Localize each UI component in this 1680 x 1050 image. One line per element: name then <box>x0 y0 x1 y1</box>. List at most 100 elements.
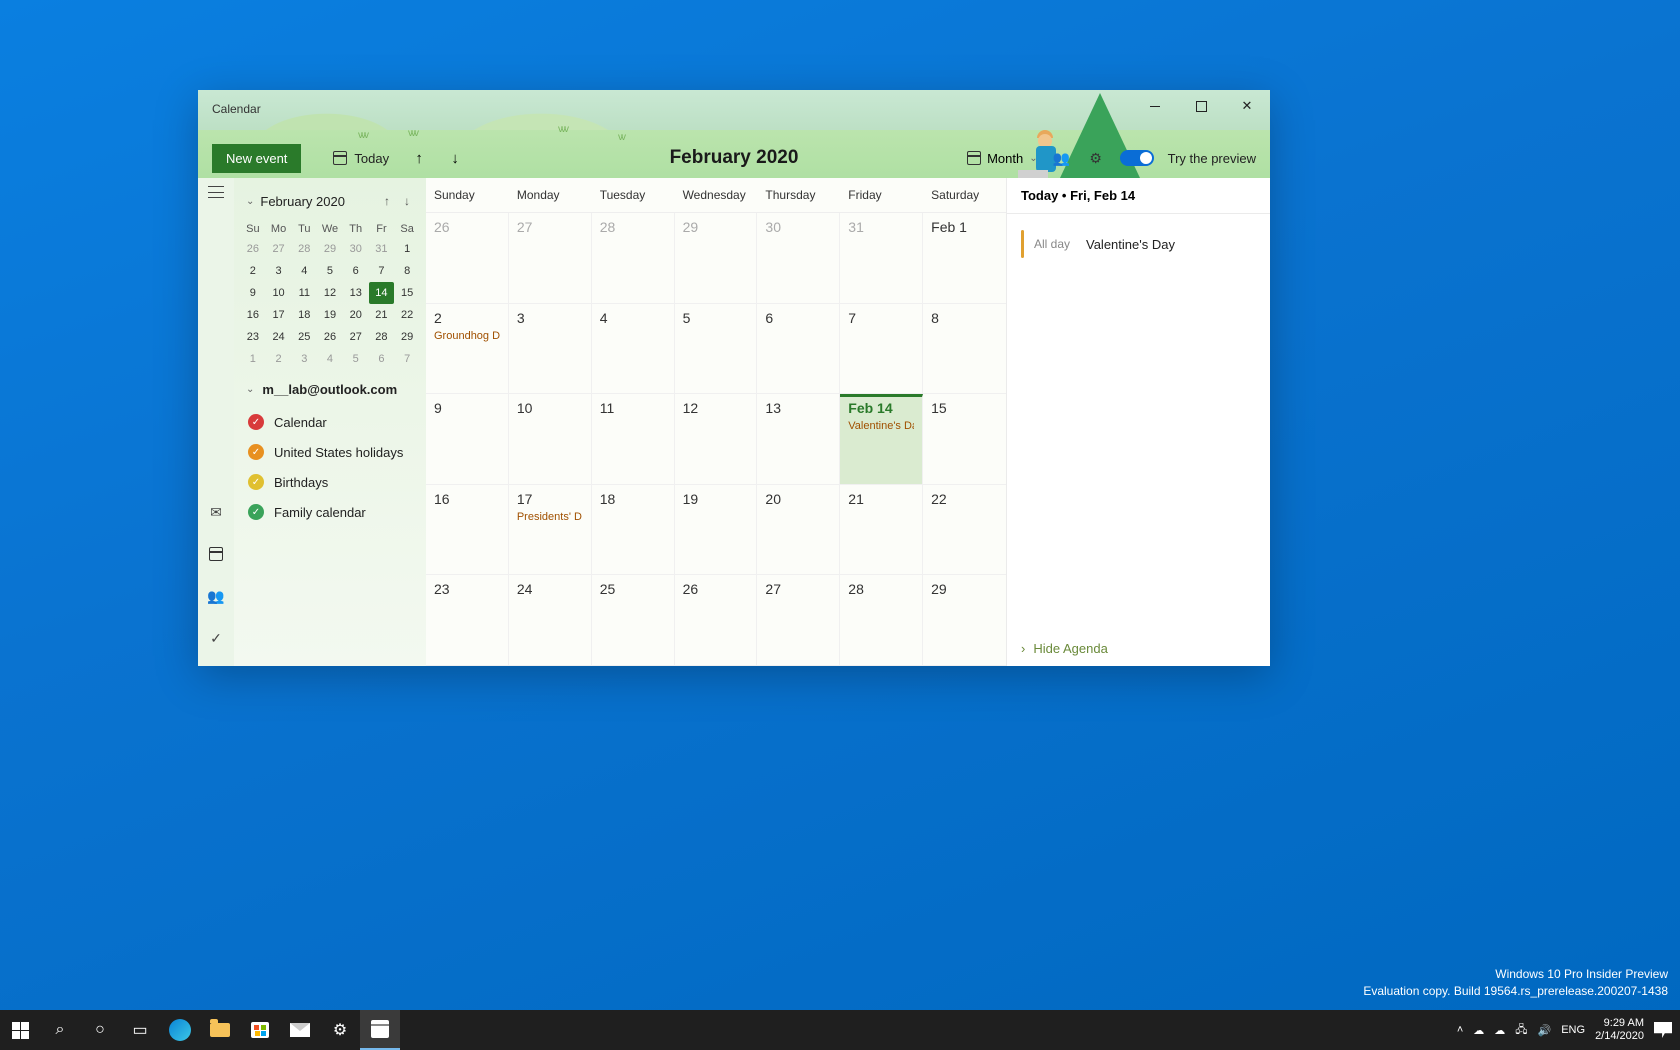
month-day-cell[interactable]: 20 <box>757 485 840 575</box>
volume-icon[interactable]: 🔊 <box>1538 1024 1552 1037</box>
month-day-cell[interactable]: 12 <box>675 394 758 484</box>
start-button[interactable] <box>0 1010 40 1050</box>
month-day-cell[interactable]: 7 <box>840 304 923 394</box>
view-selector[interactable]: Month ⌄ <box>967 151 1038 166</box>
mini-cal-day[interactable]: 7 <box>394 348 420 370</box>
mail-taskbar-icon[interactable] <box>280 1010 320 1050</box>
mini-cal-day[interactable]: 12 <box>317 282 343 304</box>
mini-cal-day[interactable]: 21 <box>369 304 395 326</box>
mail-icon[interactable]: ✉ <box>206 502 226 522</box>
month-day-cell[interactable]: 29 <box>923 575 1006 665</box>
language-indicator[interactable]: ENG <box>1561 1024 1585 1036</box>
month-day-cell[interactable]: 28 <box>840 575 923 665</box>
mini-cal-day[interactable]: 13 <box>343 282 369 304</box>
new-event-button[interactable]: New event <box>212 144 301 173</box>
month-day-cell[interactable]: 25 <box>592 575 675 665</box>
calendar-rail-icon[interactable] <box>206 544 226 564</box>
month-day-cell[interactable]: 4 <box>592 304 675 394</box>
month-day-cell[interactable]: 26 <box>426 213 509 303</box>
month-day-cell[interactable]: 22 <box>923 485 1006 575</box>
month-day-cell[interactable]: 29 <box>675 213 758 303</box>
calendar-taskbar-icon[interactable] <box>360 1010 400 1050</box>
window-close-button[interactable] <box>1224 90 1270 122</box>
month-day-cell[interactable]: 27 <box>757 575 840 665</box>
month-day-cell[interactable]: 9 <box>426 394 509 484</box>
month-day-cell[interactable]: 31 <box>840 213 923 303</box>
mini-cal-day[interactable]: 4 <box>317 348 343 370</box>
month-day-cell[interactable]: 8 <box>923 304 1006 394</box>
mini-cal-day[interactable]: 6 <box>343 260 369 282</box>
settings-taskbar-icon[interactable]: ⚙ <box>320 1010 360 1050</box>
month-day-cell[interactable]: 13 <box>757 394 840 484</box>
month-day-cell[interactable]: 23 <box>426 575 509 665</box>
hamburger-button[interactable] <box>208 186 224 198</box>
action-center-icon[interactable] <box>1654 1022 1672 1038</box>
month-day-cell[interactable]: 6 <box>757 304 840 394</box>
month-day-cell[interactable]: 19 <box>675 485 758 575</box>
calendar-list-item[interactable]: ✓Family calendar <box>240 497 420 527</box>
window-minimize-button[interactable] <box>1132 90 1178 122</box>
calendar-event[interactable]: Presidents' D <box>517 511 583 523</box>
month-day-cell[interactable]: Feb 1 <box>923 213 1006 303</box>
mini-cal-day[interactable]: 17 <box>266 304 292 326</box>
store-taskbar-icon[interactable] <box>240 1010 280 1050</box>
mini-cal-day[interactable]: 15 <box>394 282 420 304</box>
prev-month-button[interactable]: ↑ <box>405 150 433 167</box>
onedrive-icon-2[interactable]: ☁ <box>1494 1024 1505 1037</box>
next-month-button[interactable]: ↓ <box>441 150 469 167</box>
mini-cal-day[interactable]: 20 <box>343 304 369 326</box>
people-icon[interactable]: 👥 <box>1052 148 1072 168</box>
onedrive-icon[interactable]: ☁ <box>1473 1024 1484 1037</box>
month-day-cell[interactable]: 5 <box>675 304 758 394</box>
mini-cal-day[interactable]: 18 <box>291 304 317 326</box>
month-day-cell[interactable]: 15 <box>923 394 1006 484</box>
mini-cal-day[interactable]: 24 <box>266 326 292 348</box>
mini-cal-day[interactable]: 10 <box>266 282 292 304</box>
hide-agenda-button[interactable]: › Hide Agenda <box>1007 631 1270 666</box>
mini-cal-day[interactable]: 5 <box>317 260 343 282</box>
people-rail-icon[interactable]: 👥 <box>206 586 226 606</box>
mini-cal-day[interactable]: 2 <box>240 260 266 282</box>
preview-toggle[interactable] <box>1120 150 1154 166</box>
mini-cal-day[interactable]: 30 <box>343 238 369 260</box>
settings-icon[interactable]: ⚙ <box>1086 148 1106 168</box>
edge-taskbar-icon[interactable] <box>160 1010 200 1050</box>
mini-cal-day[interactable]: 27 <box>343 326 369 348</box>
mini-cal-day[interactable]: 2 <box>266 348 292 370</box>
mini-cal-day[interactable]: 16 <box>240 304 266 326</box>
mini-cal-day[interactable]: 1 <box>240 348 266 370</box>
calendar-list-item[interactable]: ✓United States holidays <box>240 437 420 467</box>
mini-cal-day[interactable]: 7 <box>369 260 395 282</box>
network-icon[interactable]: 🖧 <box>1515 1021 1527 1040</box>
mini-cal-day[interactable]: 29 <box>394 326 420 348</box>
mini-cal-day[interactable]: 3 <box>266 260 292 282</box>
mini-cal-day[interactable]: 19 <box>317 304 343 326</box>
month-day-cell[interactable]: 18 <box>592 485 675 575</box>
mini-cal-day[interactable]: 9 <box>240 282 266 304</box>
month-day-cell[interactable]: 17Presidents' D <box>509 485 592 575</box>
mini-cal-day[interactable]: 27 <box>266 238 292 260</box>
month-day-cell[interactable]: 24 <box>509 575 592 665</box>
tray-chevron-icon[interactable]: ˄ <box>1457 1024 1463 1036</box>
system-clock[interactable]: 9:29 AM 2/14/2020 <box>1595 1017 1644 1042</box>
calendar-list-item[interactable]: ✓Calendar <box>240 407 420 437</box>
task-view-button[interactable]: ▭ <box>120 1010 160 1050</box>
search-button[interactable]: ⌕ <box>40 1010 80 1050</box>
month-day-cell[interactable]: 21 <box>840 485 923 575</box>
month-day-cell[interactable]: 2Groundhog D <box>426 304 509 394</box>
mini-cal-day[interactable]: 14 <box>369 282 395 304</box>
mini-cal-day[interactable]: 11 <box>291 282 317 304</box>
month-day-cell[interactable]: 3 <box>509 304 592 394</box>
explorer-taskbar-icon[interactable] <box>200 1010 240 1050</box>
mini-cal-day[interactable]: 6 <box>369 348 395 370</box>
month-day-cell[interactable]: 26 <box>675 575 758 665</box>
todo-rail-icon[interactable]: ✓ <box>206 628 226 648</box>
mini-prev-button[interactable]: ↑ <box>380 192 394 210</box>
mini-cal-day[interactable]: 28 <box>369 326 395 348</box>
mini-cal-day[interactable]: 26 <box>240 238 266 260</box>
agenda-item[interactable]: All dayValentine's Day <box>1017 224 1260 264</box>
month-day-cell[interactable]: 27 <box>509 213 592 303</box>
mini-cal-day[interactable]: 31 <box>369 238 395 260</box>
account-row[interactable]: ⌄ m__lab@outlook.com <box>240 370 420 403</box>
mini-cal-day[interactable]: 29 <box>317 238 343 260</box>
